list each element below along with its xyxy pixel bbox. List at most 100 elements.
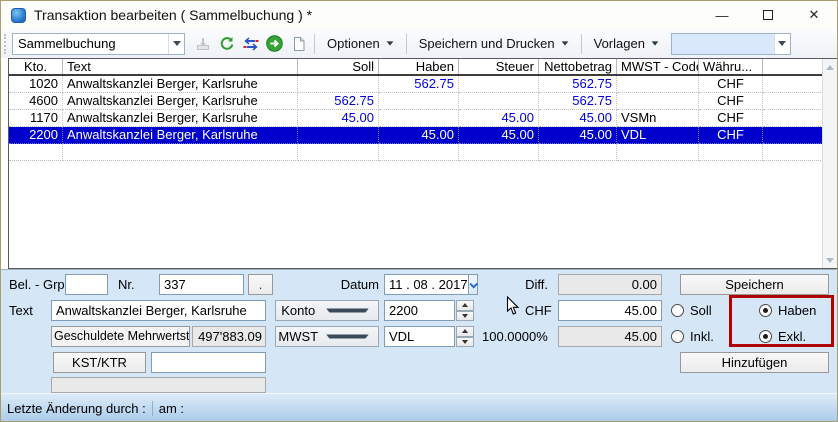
cell-text: Anwaltskanzlei Berger, Karlsruhe (63, 110, 298, 127)
column-header-haben[interactable]: Haben (379, 59, 459, 74)
info-readonly-field (51, 377, 266, 393)
konto-input[interactable] (384, 300, 455, 321)
column-header-steuer[interactable]: Steuer (459, 59, 539, 74)
cell-waehrung: CHF (699, 110, 763, 127)
cell-steuer (459, 93, 539, 110)
refresh-icon[interactable] (215, 32, 238, 55)
toolbar: Sammelbuchung Optionen Speichern und Dru… (1, 29, 837, 58)
mwst-spinner[interactable] (456, 326, 474, 347)
spin-down-icon[interactable] (456, 311, 474, 322)
kst-ktr-button[interactable]: KST/KTR (53, 352, 146, 373)
amount-input[interactable] (558, 300, 662, 321)
toolbar-grip-handle[interactable] (4, 34, 7, 54)
combobox-arrow-icon[interactable] (168, 34, 184, 54)
column-header-nettobetrag[interactable]: Nettobetrag (539, 59, 617, 74)
column-header-waehrung[interactable]: Währu... (699, 59, 763, 74)
cell-haben: 562.75 (379, 76, 459, 93)
cell-kto: 2200 (9, 127, 63, 144)
vat-owed-label: Geschuldete Mehrwertsteue (51, 326, 190, 347)
cell-empty (763, 127, 823, 144)
table-row-empty[interactable] (9, 144, 837, 161)
konto-spinner[interactable] (456, 300, 474, 321)
cell-steuer (459, 76, 539, 93)
table-row[interactable]: 4600 Anwaltskanzlei Berger, Karlsruhe 56… (9, 93, 837, 110)
new-document-icon[interactable] (287, 32, 310, 55)
datum-label: Datum (337, 274, 379, 295)
haben-radio-label[interactable]: Haben (778, 300, 816, 321)
spin-down-icon[interactable] (456, 337, 474, 348)
nr-label: Nr. (118, 274, 135, 295)
booking-type-combobox[interactable]: Sammelbuchung (12, 33, 185, 55)
haben-radio[interactable] (759, 304, 772, 317)
spin-up-icon[interactable] (456, 326, 474, 337)
calendar-dropdown-icon[interactable] (468, 275, 477, 294)
go-icon[interactable] (263, 32, 286, 55)
cell-empty (763, 76, 823, 93)
bel-grp-input[interactable] (65, 274, 108, 295)
column-header-text[interactable]: Text (63, 59, 298, 74)
chf-label: CHF (525, 300, 552, 321)
cell-empty (763, 93, 823, 110)
toolbar-separator (406, 34, 407, 54)
edit-form: Bel. - Grp Nr. . Datum 11 . 08 . 2017 Di… (1, 269, 837, 393)
close-button[interactable]: ✕ (791, 1, 837, 29)
mwst-dropdown-label: MWST (276, 329, 321, 344)
spin-up-icon[interactable] (456, 300, 474, 311)
soll-radio-label[interactable]: Soll (690, 300, 712, 321)
datum-value: 11 . 08 . 2017 (385, 277, 468, 292)
exkl-radio-label[interactable]: Exkl. (778, 326, 806, 347)
minimize-button[interactable]: — (699, 1, 745, 29)
table-row[interactable]: 1170 Anwaltskanzlei Berger, Karlsruhe 45… (9, 110, 837, 127)
column-header-kto[interactable]: Kto. (9, 59, 63, 74)
cell-soll (298, 76, 379, 93)
cell-kto: 4600 (9, 93, 63, 110)
text-input[interactable] (51, 300, 266, 321)
cell-text: Anwaltskanzlei Berger, Karlsruhe (63, 76, 298, 93)
cell-nettobetrag: 45.00 (539, 127, 617, 144)
cell-nettobetrag: 562.75 (539, 93, 617, 110)
title-bar: Transaktion bearbeiten ( Sammelbuchung )… (1, 1, 837, 29)
column-header-mwst-code[interactable]: MWST - Code (617, 59, 699, 74)
scroll-down-icon[interactable] (823, 252, 837, 268)
table-row-selected[interactable]: 2200 Anwaltskanzlei Berger, Karlsruhe 45… (9, 127, 837, 144)
maximize-button[interactable] (745, 1, 791, 29)
mwst-code-input[interactable] (384, 326, 455, 347)
diff-label: Diff. (514, 274, 548, 295)
column-header-soll[interactable]: Soll (298, 59, 379, 74)
bel-grp-label: Bel. - Grp (9, 274, 65, 295)
cell-soll: 562.75 (298, 93, 379, 110)
window-title: Transaktion bearbeiten ( Sammelbuchung )… (34, 7, 312, 23)
soll-radio[interactable] (671, 304, 684, 317)
inkl-radio-label[interactable]: Inkl. (690, 326, 714, 347)
dropdown-arrow-icon (386, 41, 393, 45)
speichern-button[interactable]: Speichern (680, 274, 829, 295)
import-icon[interactable] (191, 32, 214, 55)
optionen-label: Optionen (327, 36, 380, 51)
dropdown-arrow-icon (326, 309, 368, 313)
template-combobox[interactable] (671, 33, 791, 55)
percent-label: 100.0000% (482, 326, 548, 347)
maximize-icon (763, 10, 773, 20)
konto-dropdown[interactable]: Konto (275, 300, 379, 321)
tax-amount-field (558, 326, 662, 347)
vorlagen-button[interactable]: Vorlagen (586, 32, 667, 55)
dropdown-arrow-icon (652, 41, 659, 45)
combobox-arrow-icon[interactable] (774, 34, 790, 54)
nr-input[interactable] (159, 274, 244, 295)
adjust-columns-icon[interactable] (239, 32, 262, 55)
table-row[interactable]: 1020 Anwaltskanzlei Berger, Karlsruhe 56… (9, 76, 837, 93)
mwst-dropdown[interactable]: MWST (275, 326, 379, 347)
hinzufuegen-button[interactable]: Hinzufügen (680, 352, 829, 373)
cell-mwst-code (617, 76, 699, 93)
kst-ktr-input[interactable] (151, 352, 266, 373)
speichern-und-drucken-button[interactable]: Speichern und Drucken (411, 32, 577, 55)
table-scrollbar[interactable] (822, 59, 837, 268)
datum-field[interactable]: 11 . 08 . 2017 (384, 274, 478, 295)
inkl-radio[interactable] (671, 330, 684, 343)
optionen-button[interactable]: Optionen (319, 32, 402, 55)
cell-nettobetrag: 562.75 (539, 76, 617, 93)
scroll-up-icon[interactable] (823, 59, 837, 75)
table-header-row: Kto. Text Soll Haben Steuer Nettobetrag … (9, 59, 837, 76)
exkl-radio[interactable] (759, 330, 772, 343)
nr-browse-button[interactable]: . (248, 274, 273, 295)
